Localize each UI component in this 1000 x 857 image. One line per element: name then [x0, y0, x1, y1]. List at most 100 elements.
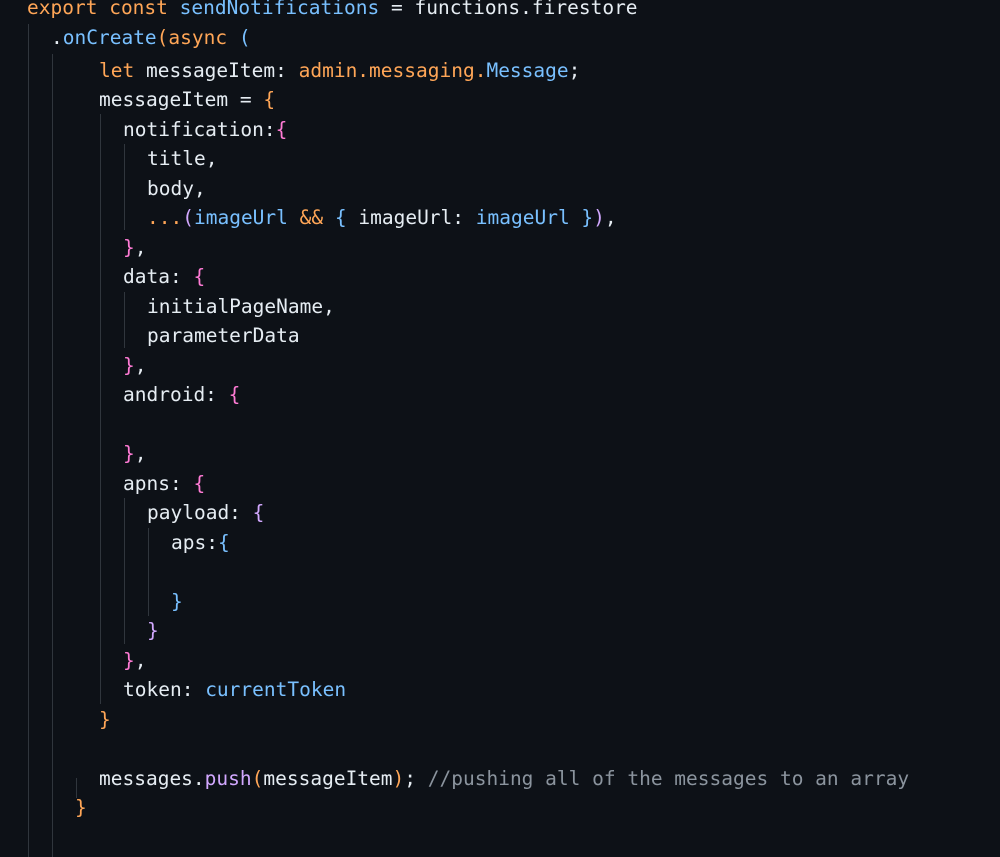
brace: }: [99, 708, 111, 731]
code-line-7: body,: [147, 179, 206, 199]
method-push: push: [204, 767, 252, 790]
brace: {: [193, 472, 206, 495]
identifier-functions-firestore: functions.firestore: [414, 0, 638, 19]
paren: (: [182, 206, 194, 229]
semicolon: ;: [404, 767, 428, 790]
code-line-24: messages.push(messageItem); //pushing al…: [99, 769, 909, 789]
code-line-14: android: {: [123, 385, 240, 405]
key-apns: apns:: [123, 472, 194, 495]
code-line-22: token: currentToken: [123, 680, 346, 700]
code-line-8: ...(imageUrl && { imageUrl: imageUrl }),: [147, 208, 617, 228]
paren: ): [392, 767, 405, 790]
brace: }: [147, 619, 159, 642]
code-line-21: },: [123, 651, 147, 671]
key-initialPageName: initialPageName,: [147, 295, 335, 318]
paren: (: [156, 26, 169, 49]
keyword-export: export: [27, 0, 98, 19]
indent-guide: [76, 778, 77, 798]
key-body: body,: [147, 177, 206, 200]
identifier-messageItem: messageItem: [145, 59, 276, 82]
brace: }: [569, 206, 594, 229]
comma: ,: [134, 442, 147, 465]
code-editor[interactable]: export const sendNotifications = functio…: [0, 0, 1000, 857]
type-Message: Message: [486, 59, 569, 82]
indent-guide: [52, 54, 53, 857]
indent-guide: [28, 24, 29, 857]
key-android: android:: [123, 383, 229, 406]
key-imageUrl: imageUrl:: [346, 206, 476, 229]
key-token: token:: [123, 678, 206, 701]
keyword-const: const: [109, 0, 168, 19]
brace: }: [123, 649, 135, 672]
code-line-15: },: [123, 444, 147, 464]
indent-guide: [148, 528, 149, 616]
paren: ): [593, 206, 605, 229]
comma: ,: [134, 236, 147, 259]
keyword-async: async: [168, 26, 228, 49]
dot: .: [51, 26, 63, 49]
code-line-12: parameterData: [147, 326, 300, 346]
key-payload: payload:: [147, 501, 253, 524]
code-line-11: initialPageName,: [147, 297, 335, 317]
paren: (: [238, 26, 251, 49]
brace: {: [334, 206, 347, 229]
brace: {: [263, 88, 276, 111]
code-line-4: messageItem = {: [99, 90, 275, 110]
brace: {: [275, 118, 288, 141]
brace: {: [252, 501, 265, 524]
brace: {: [193, 265, 206, 288]
paren: (: [251, 767, 264, 790]
brace: }: [123, 236, 135, 259]
comma: ,: [604, 206, 617, 229]
code-line-6: title,: [147, 149, 217, 169]
key-aps: aps:: [171, 531, 218, 554]
indent-guide: [124, 498, 125, 644]
brace: }: [123, 442, 135, 465]
code-line-16: apns: {: [123, 474, 205, 494]
namespace-admin-messaging: admin.messaging.: [298, 59, 487, 82]
identifier-currentToken: currentToken: [205, 678, 347, 701]
brace: }: [123, 354, 135, 377]
code-line-5: notification:{: [123, 120, 287, 140]
code-line-20: }: [147, 621, 159, 641]
operator: =: [228, 88, 264, 111]
key-parameterData: parameterData: [147, 324, 300, 347]
code-line-13: },: [123, 356, 147, 376]
code-line-10: data: {: [123, 267, 205, 287]
key-notification: notification:: [123, 118, 276, 141]
code-line-23: }: [99, 710, 111, 730]
identifier-messageItem: messageItem: [263, 767, 393, 790]
method-onCreate: onCreate: [62, 26, 157, 49]
comma: ,: [134, 649, 147, 672]
identifier-messageItem: messageItem: [99, 88, 229, 111]
key-data: data:: [123, 265, 194, 288]
code-line-3: let messageItem: admin.messaging.Message…: [99, 61, 580, 81]
comma: ,: [134, 354, 147, 377]
semicolon: ;: [568, 59, 581, 82]
code-line-18: aps:{: [171, 533, 230, 553]
indent-guide: [124, 144, 125, 230]
brace: {: [228, 383, 241, 406]
keyword-let: let: [99, 59, 135, 82]
code-line-1: export const sendNotifications = functio…: [27, 0, 638, 18]
code-line-2: .onCreate(async (: [51, 28, 251, 48]
identifier-imageUrl: imageUrl: [193, 206, 288, 229]
brace: }: [171, 590, 183, 613]
identifier-messages: messages.: [99, 767, 205, 790]
spread-operator: ...: [147, 206, 183, 229]
key-title: title,: [147, 147, 218, 170]
indent-guide: [100, 114, 101, 704]
code-comment: //pushing all of the messages to an arra…: [427, 767, 910, 790]
identifier-sendNotifications: sendNotifications: [179, 0, 380, 19]
operator: =: [379, 0, 415, 19]
brace: {: [217, 531, 230, 554]
code-line-19: }: [171, 592, 183, 612]
identifier-imageUrl: imageUrl: [475, 206, 570, 229]
code-line-9: },: [123, 238, 147, 258]
brace: }: [75, 796, 87, 819]
operator-and: &&: [287, 206, 335, 229]
code-line-17: payload: {: [147, 503, 264, 523]
indent-guide: [124, 292, 125, 348]
colon: :: [275, 59, 299, 82]
code-line-25: }: [75, 798, 87, 818]
